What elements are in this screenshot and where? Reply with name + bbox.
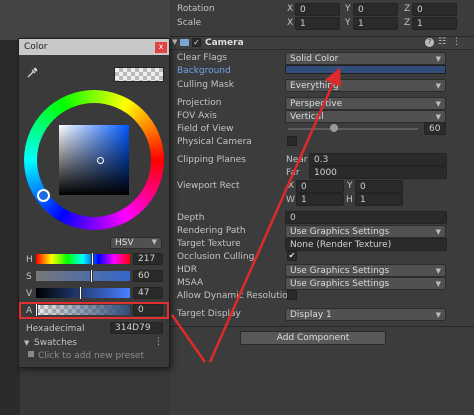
annotation-arrows [170,67,341,363]
arrow-from-alpha [170,314,207,363]
arrow-to-background [208,67,341,363]
